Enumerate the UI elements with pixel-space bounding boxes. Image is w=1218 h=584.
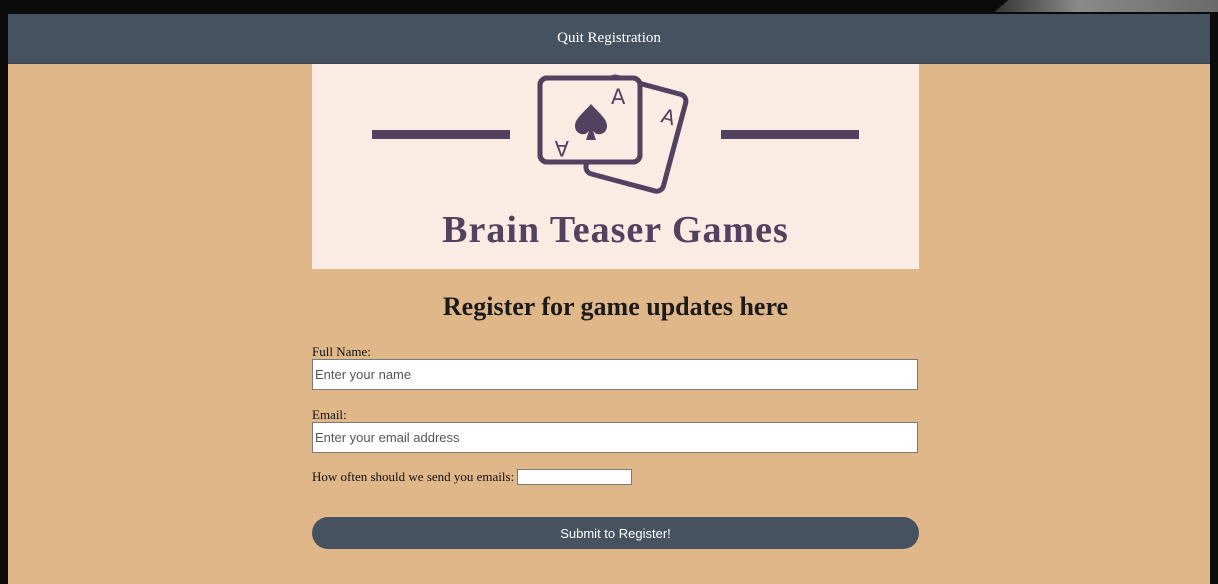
backdrop-highlight [994, 0, 1218, 12]
right-divider-line [721, 130, 859, 139]
left-divider-line [372, 130, 510, 139]
email-frequency-label: How often should we send you emails: [312, 469, 515, 484]
quit-registration-link[interactable]: Quit Registration [557, 30, 661, 47]
email-frequency-row: How often should we send you emails: [312, 469, 633, 485]
top-navigation-bar: Quit Registration [8, 14, 1210, 64]
registration-page: Quit Registration A A A Brain Teaser Gam… [8, 14, 1210, 584]
playing-cards-icon: A A A [537, 74, 689, 194]
email-label: Email: [312, 407, 347, 422]
card-corner-letter-top: A [611, 85, 626, 109]
brand-title: Brain Teaser Games [442, 209, 789, 251]
full-name-input[interactable] [312, 359, 918, 390]
form-heading: Register for game updates here [442, 292, 789, 321]
email-input[interactable] [312, 422, 918, 453]
email-frequency-input[interactable] [517, 469, 633, 485]
brand-banner: A A A Brain Teaser Games [312, 64, 919, 269]
submit-register-button[interactable]: Submit to Register! [312, 517, 919, 549]
full-name-label: Full Name: [312, 344, 371, 359]
card-corner-letter-bottom: A [554, 136, 569, 160]
brand-logo: A A A Brain Teaser Games [372, 74, 859, 251]
